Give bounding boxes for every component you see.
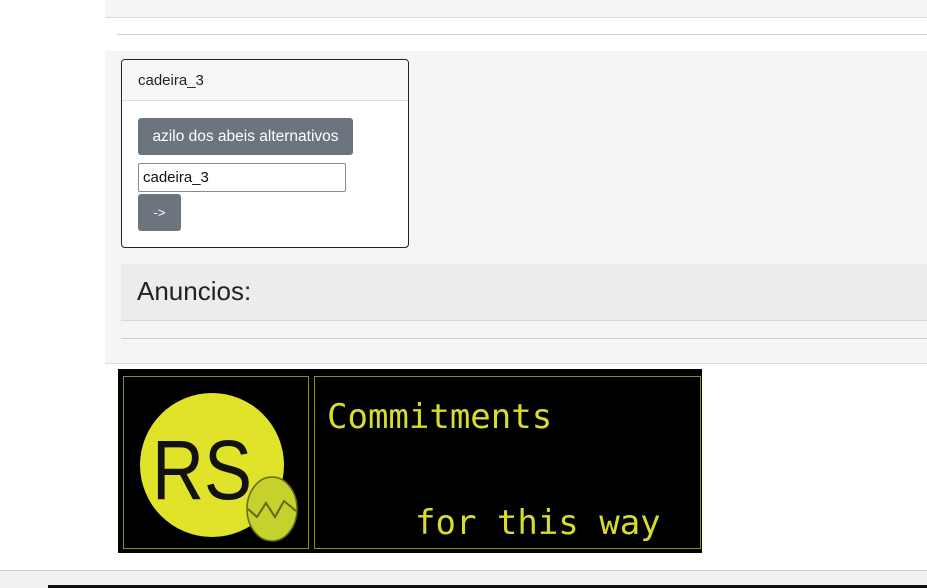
go-button[interactable]: -> bbox=[138, 194, 181, 231]
top-panel-strip bbox=[105, 0, 927, 18]
rs-logo-icon: RS bbox=[140, 393, 298, 542]
alternative-labels-button[interactable]: azilo dos abeis alternativos bbox=[138, 118, 353, 155]
banner-text-panel: Commitments for this way bbox=[314, 376, 701, 549]
seat-input[interactable] bbox=[138, 163, 346, 192]
banner-line-1: Commitments bbox=[327, 397, 553, 437]
card-title: cadeira_3 bbox=[122, 60, 408, 101]
announcements-heading: Anuncios: bbox=[121, 264, 927, 321]
divider-announcements bbox=[121, 338, 927, 339]
banner-logo-panel: RS bbox=[123, 376, 309, 549]
egg-icon bbox=[246, 476, 298, 542]
logo-text: RS bbox=[152, 423, 252, 517]
seat-card: cadeira_3 azilo dos abeis alternativos -… bbox=[121, 59, 409, 248]
ad-banner[interactable]: RS Commitments for this way bbox=[118, 369, 702, 553]
divider-top bbox=[117, 34, 927, 35]
main-panel: cadeira_3 azilo dos abeis alternativos -… bbox=[105, 51, 927, 364]
bottom-strip bbox=[0, 570, 927, 588]
banner-line-2: for this way bbox=[415, 503, 661, 543]
